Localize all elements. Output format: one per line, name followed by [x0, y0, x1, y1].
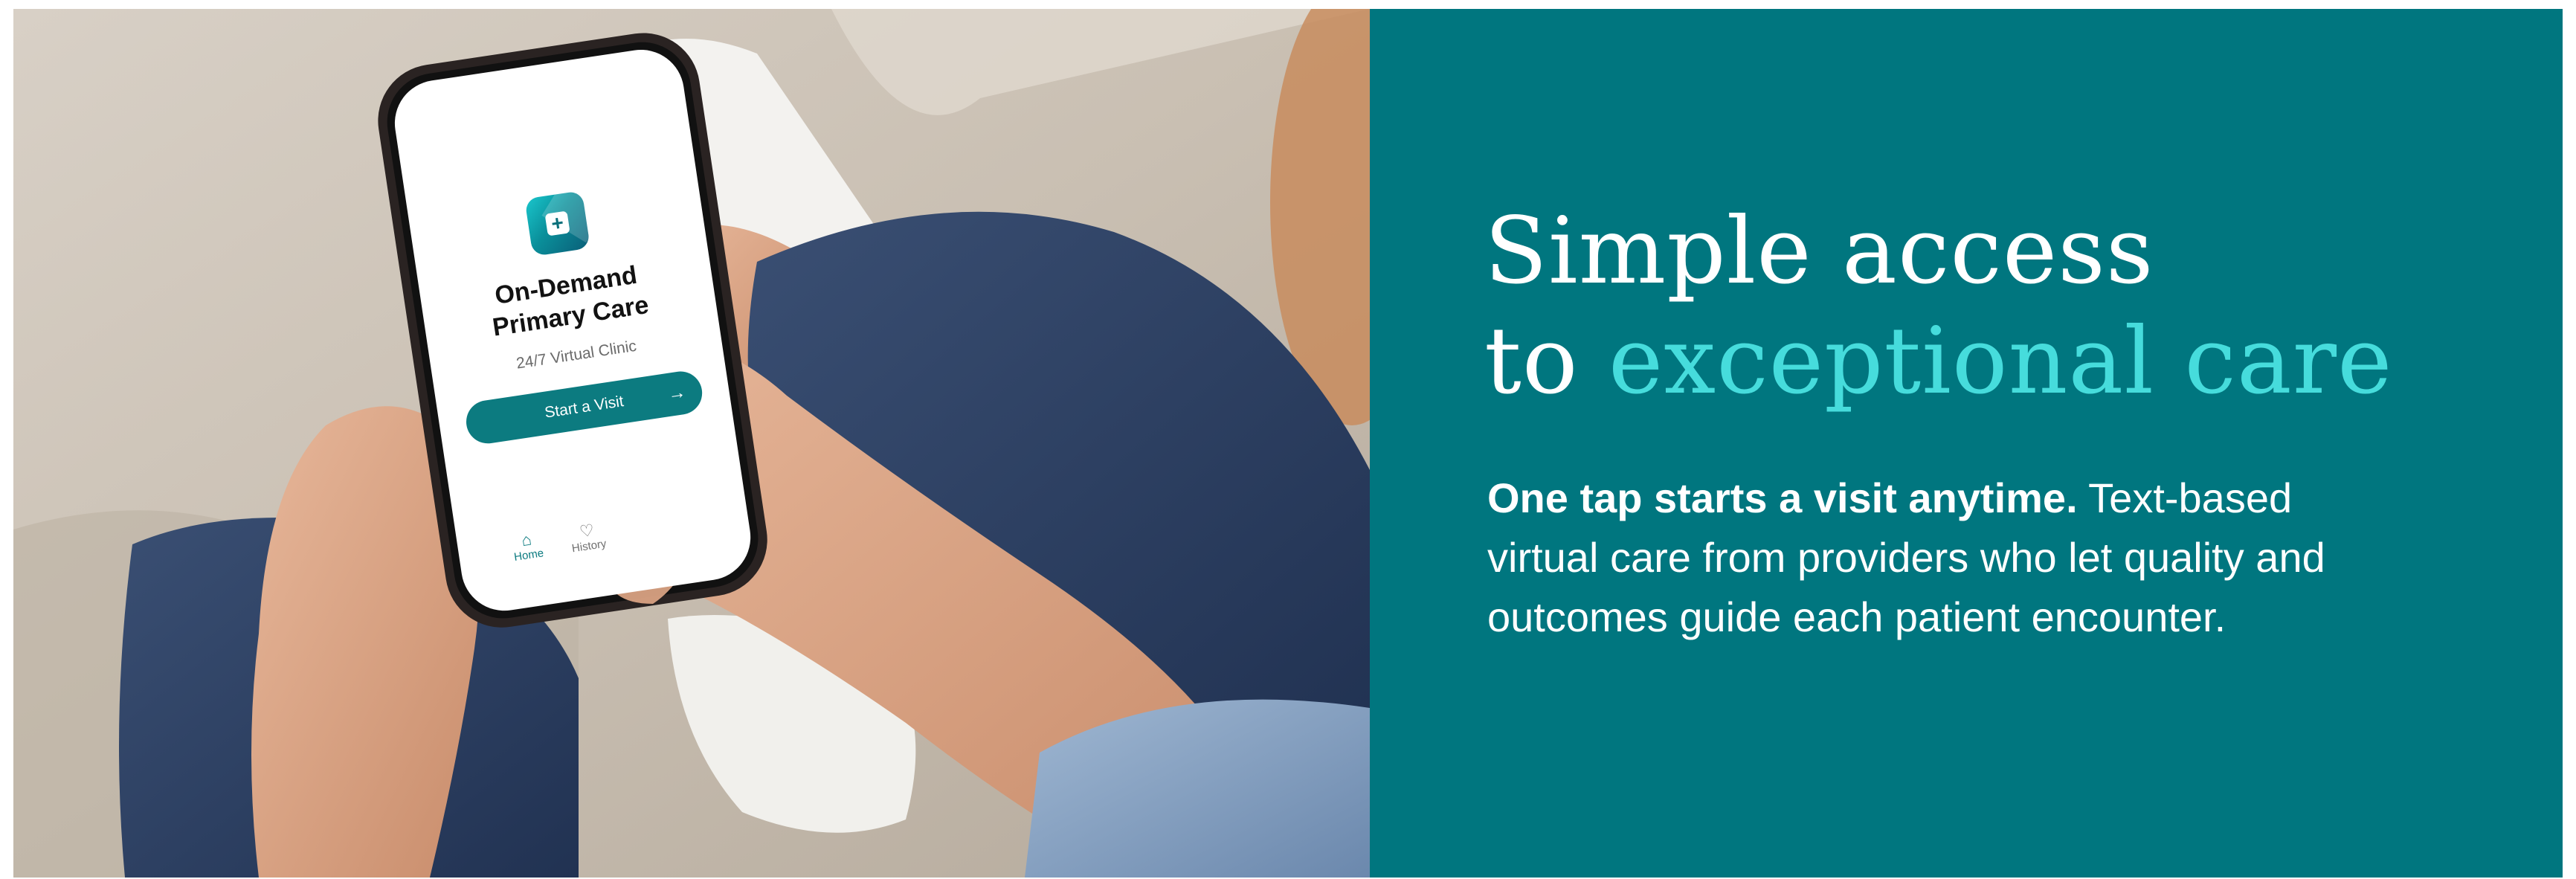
- body-lead: One tap starts a visit anytime.: [1487, 474, 2078, 521]
- headline-line1: Simple access: [1484, 198, 2154, 305]
- promo-banner: + On-Demand Primary Care 24/7 Virtual Cl…: [13, 9, 2563, 878]
- start-visit-label: Start a Visit: [543, 393, 625, 422]
- body-copy: One tap starts a visit anytime. Text-bas…: [1487, 469, 2409, 647]
- nav-home[interactable]: ⌂ Home: [492, 527, 563, 567]
- headline: Simple access to exceptional care: [1484, 196, 2451, 416]
- hero-photo: + On-Demand Primary Care 24/7 Virtual Cl…: [13, 9, 1370, 878]
- text-panel: Simple access to exceptional care One ta…: [1370, 9, 2563, 878]
- start-visit-button[interactable]: Start a Visit →: [463, 368, 706, 447]
- arrow-right-icon: →: [666, 381, 687, 405]
- nav-history[interactable]: ♡ History: [553, 518, 623, 558]
- plus-icon: +: [544, 210, 570, 236]
- headline-line2-prefix: to: [1484, 308, 1609, 415]
- app-logo-icon: +: [524, 190, 590, 257]
- headline-line2: to exceptional care: [1484, 306, 2451, 416]
- headline-accent: exceptional care: [1608, 308, 2393, 415]
